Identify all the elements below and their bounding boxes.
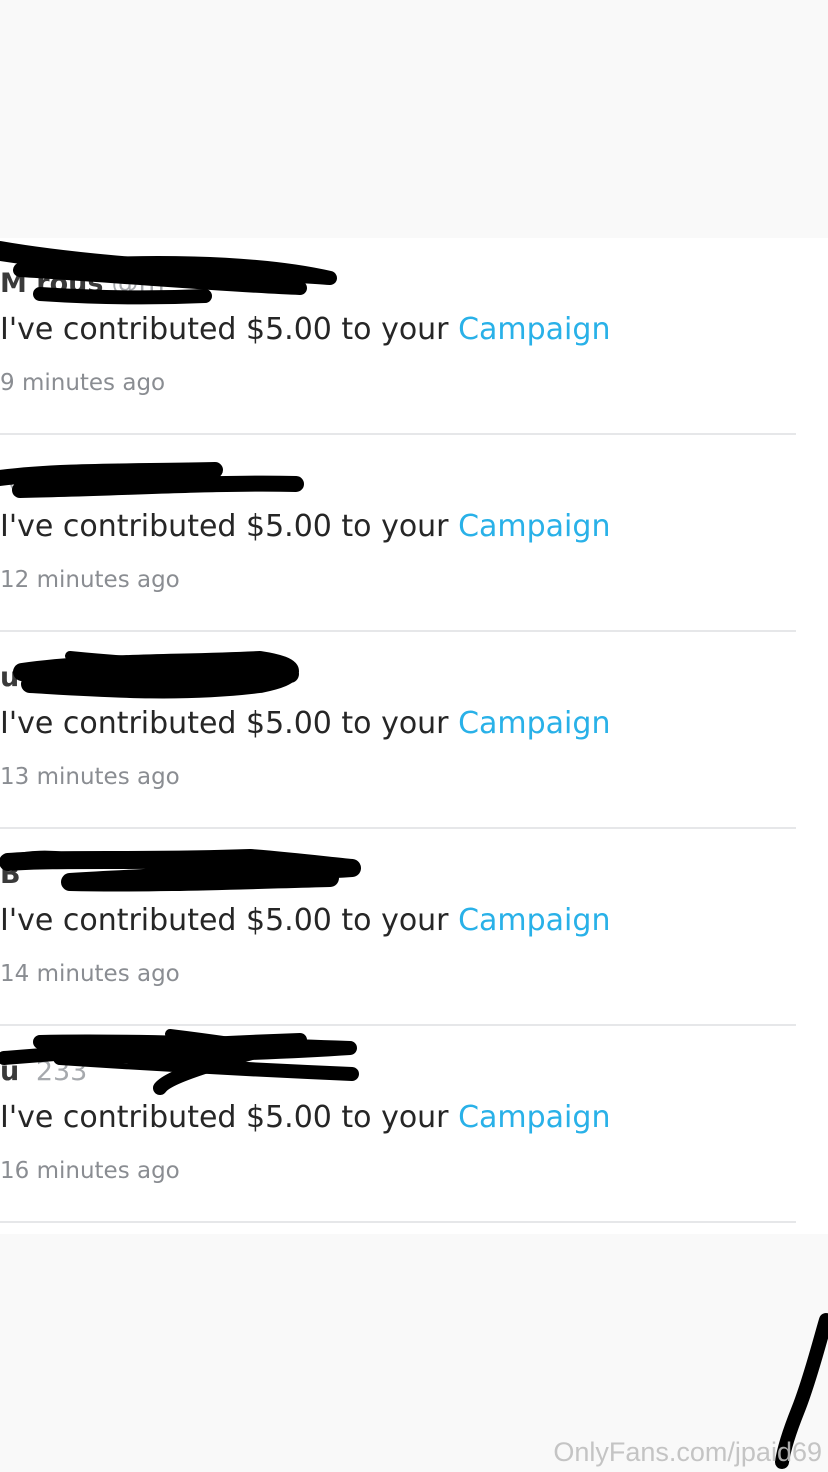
notification-item[interactable]: M rous @m I've contributed $5.00 to your … — [0, 238, 796, 435]
user-handle: 233 — [27, 1056, 88, 1087]
notification-time: 9 minutes ago — [0, 370, 166, 396]
user-handle: @ 89 — [8, 465, 78, 496]
username-text: u — [0, 662, 20, 693]
notification-message: I've contributed $5.00 to your Campaign — [0, 312, 610, 347]
notification-feed: M rous @m I've contributed $5.00 to your … — [0, 238, 828, 1234]
username-text: B — [0, 859, 21, 890]
notification-message: I've contributed $5.00 to your Campaign — [0, 509, 610, 544]
top-blank-area — [0, 0, 828, 238]
watermark: OnlyFans.com/jpaid69 — [553, 1437, 822, 1467]
notification-username[interactable]: u — [0, 662, 27, 693]
notification-time: 16 minutes ago — [0, 1158, 180, 1184]
notification-item[interactable]: u I've contributed $5.00 to your Campaig… — [0, 632, 796, 829]
notification-username[interactable]: M rous @m — [0, 268, 165, 299]
notification-username[interactable]: u 233 — [0, 1056, 87, 1087]
message-text: I've contributed $5.00 to your — [0, 509, 449, 544]
user-handle: @m — [111, 268, 165, 299]
campaign-link[interactable]: Campaign — [458, 509, 610, 544]
notification-username[interactable]: @ 89 — [0, 465, 78, 496]
campaign-link[interactable]: Campaign — [458, 1100, 610, 1135]
notification-message: I've contributed $5.00 to your Campaign — [0, 706, 610, 741]
notification-time: 12 minutes ago — [0, 567, 180, 593]
campaign-link[interactable]: Campaign — [458, 903, 610, 938]
notification-item[interactable]: u 233 I've contributed $5.00 to your Cam… — [0, 1026, 796, 1223]
notification-item[interactable]: @ 89 I've contributed $5.00 to your Camp… — [0, 435, 796, 632]
notification-time: 13 minutes ago — [0, 764, 180, 790]
message-text: I've contributed $5.00 to your — [0, 1100, 449, 1135]
notification-item[interactable]: B I've contributed $5.00 to your Campaig… — [0, 829, 796, 1026]
campaign-link[interactable]: Campaign — [458, 706, 610, 741]
username-text: M rous — [0, 268, 104, 299]
campaign-link[interactable]: Campaign — [458, 312, 610, 347]
message-text: I've contributed $5.00 to your — [0, 312, 449, 347]
message-text: I've contributed $5.00 to your — [0, 706, 449, 741]
notification-username[interactable]: B — [0, 859, 29, 890]
notification-message: I've contributed $5.00 to your Campaign — [0, 903, 610, 938]
notification-time: 14 minutes ago — [0, 961, 180, 987]
username-text: u — [0, 1056, 20, 1087]
message-text: I've contributed $5.00 to your — [0, 903, 449, 938]
notification-message: I've contributed $5.00 to your Campaign — [0, 1100, 610, 1135]
